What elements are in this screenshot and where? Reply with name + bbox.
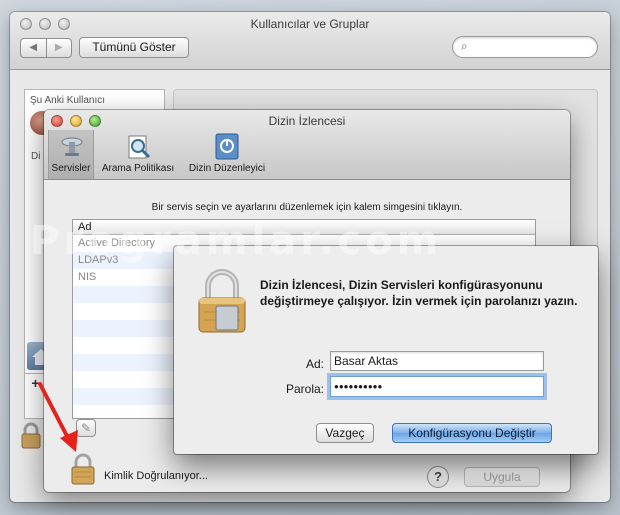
back-arrow-icon[interactable]: ◀ bbox=[21, 39, 47, 57]
current-user-header: Şu Anki Kullanıcı bbox=[30, 95, 106, 106]
directory-editor-icon bbox=[214, 133, 240, 160]
auth-dialog: Dizin İzlencesi, Dizin Servisleri konfig… bbox=[174, 246, 598, 454]
du-instruction: Bir servis seçin ve ayarlarını düzenleme… bbox=[151, 202, 463, 213]
search-field[interactable]: ⌕ bbox=[452, 36, 598, 58]
forward-arrow-icon[interactable]: ▶ bbox=[47, 39, 72, 57]
tab-search-policy[interactable]: Arama Politikası bbox=[98, 130, 178, 179]
sidebar-section-label: Di bbox=[31, 151, 41, 162]
du-toolbar: Dizin İzlencesi Servisler Arama Politika… bbox=[44, 110, 570, 180]
table-header-name[interactable]: Ad bbox=[73, 220, 535, 235]
tab-search-policy-label: Arama Politikası bbox=[101, 163, 175, 174]
tab-services-label: Servisler bbox=[51, 163, 91, 174]
main-window-title: Kullanıcılar ve Gruplar bbox=[250, 17, 370, 31]
confirm-change-button[interactable]: Konfigürasyonu Değiştir bbox=[392, 423, 552, 443]
pencil-icon: ✎ bbox=[80, 421, 92, 435]
du-help-button[interactable]: ? bbox=[427, 466, 449, 488]
du-lock-icon[interactable] bbox=[70, 453, 96, 485]
annotation-arrow-icon bbox=[36, 380, 82, 456]
services-icon bbox=[60, 134, 84, 158]
auth-lock-icon bbox=[196, 268, 248, 334]
search-policy-icon bbox=[126, 134, 152, 160]
tab-directory-editor-label: Dizin Düzenleyici bbox=[188, 163, 266, 174]
name-field[interactable]: Basar Aktas bbox=[330, 351, 544, 371]
main-titlebar: Kullanıcılar ve Gruplar ◀ ▶ Tümünü Göste… bbox=[10, 12, 610, 70]
apply-button[interactable]: Uygula bbox=[464, 467, 540, 487]
auth-status-label: Kimlik Doğrulanıyor... bbox=[104, 470, 208, 482]
tab-directory-editor[interactable]: Dizin Düzenleyici bbox=[182, 130, 272, 179]
show-all-button[interactable]: Tümünü Göster bbox=[79, 37, 189, 58]
nav-back-forward: ◀ ▶ bbox=[20, 38, 72, 58]
cancel-button[interactable]: Vazgeç bbox=[316, 423, 374, 443]
password-field[interactable]: ●●●●●●●●●● bbox=[330, 376, 544, 397]
search-icon: ⌕ bbox=[461, 39, 468, 53]
name-label: Ad: bbox=[305, 357, 324, 371]
password-label: Parola: bbox=[285, 382, 324, 396]
auth-message: Dizin İzlencesi, Dizin Servisleri konfig… bbox=[260, 278, 578, 308]
du-window-title: Dizin İzlencesi bbox=[268, 114, 346, 128]
tab-services[interactable]: Servisler bbox=[48, 130, 94, 179]
